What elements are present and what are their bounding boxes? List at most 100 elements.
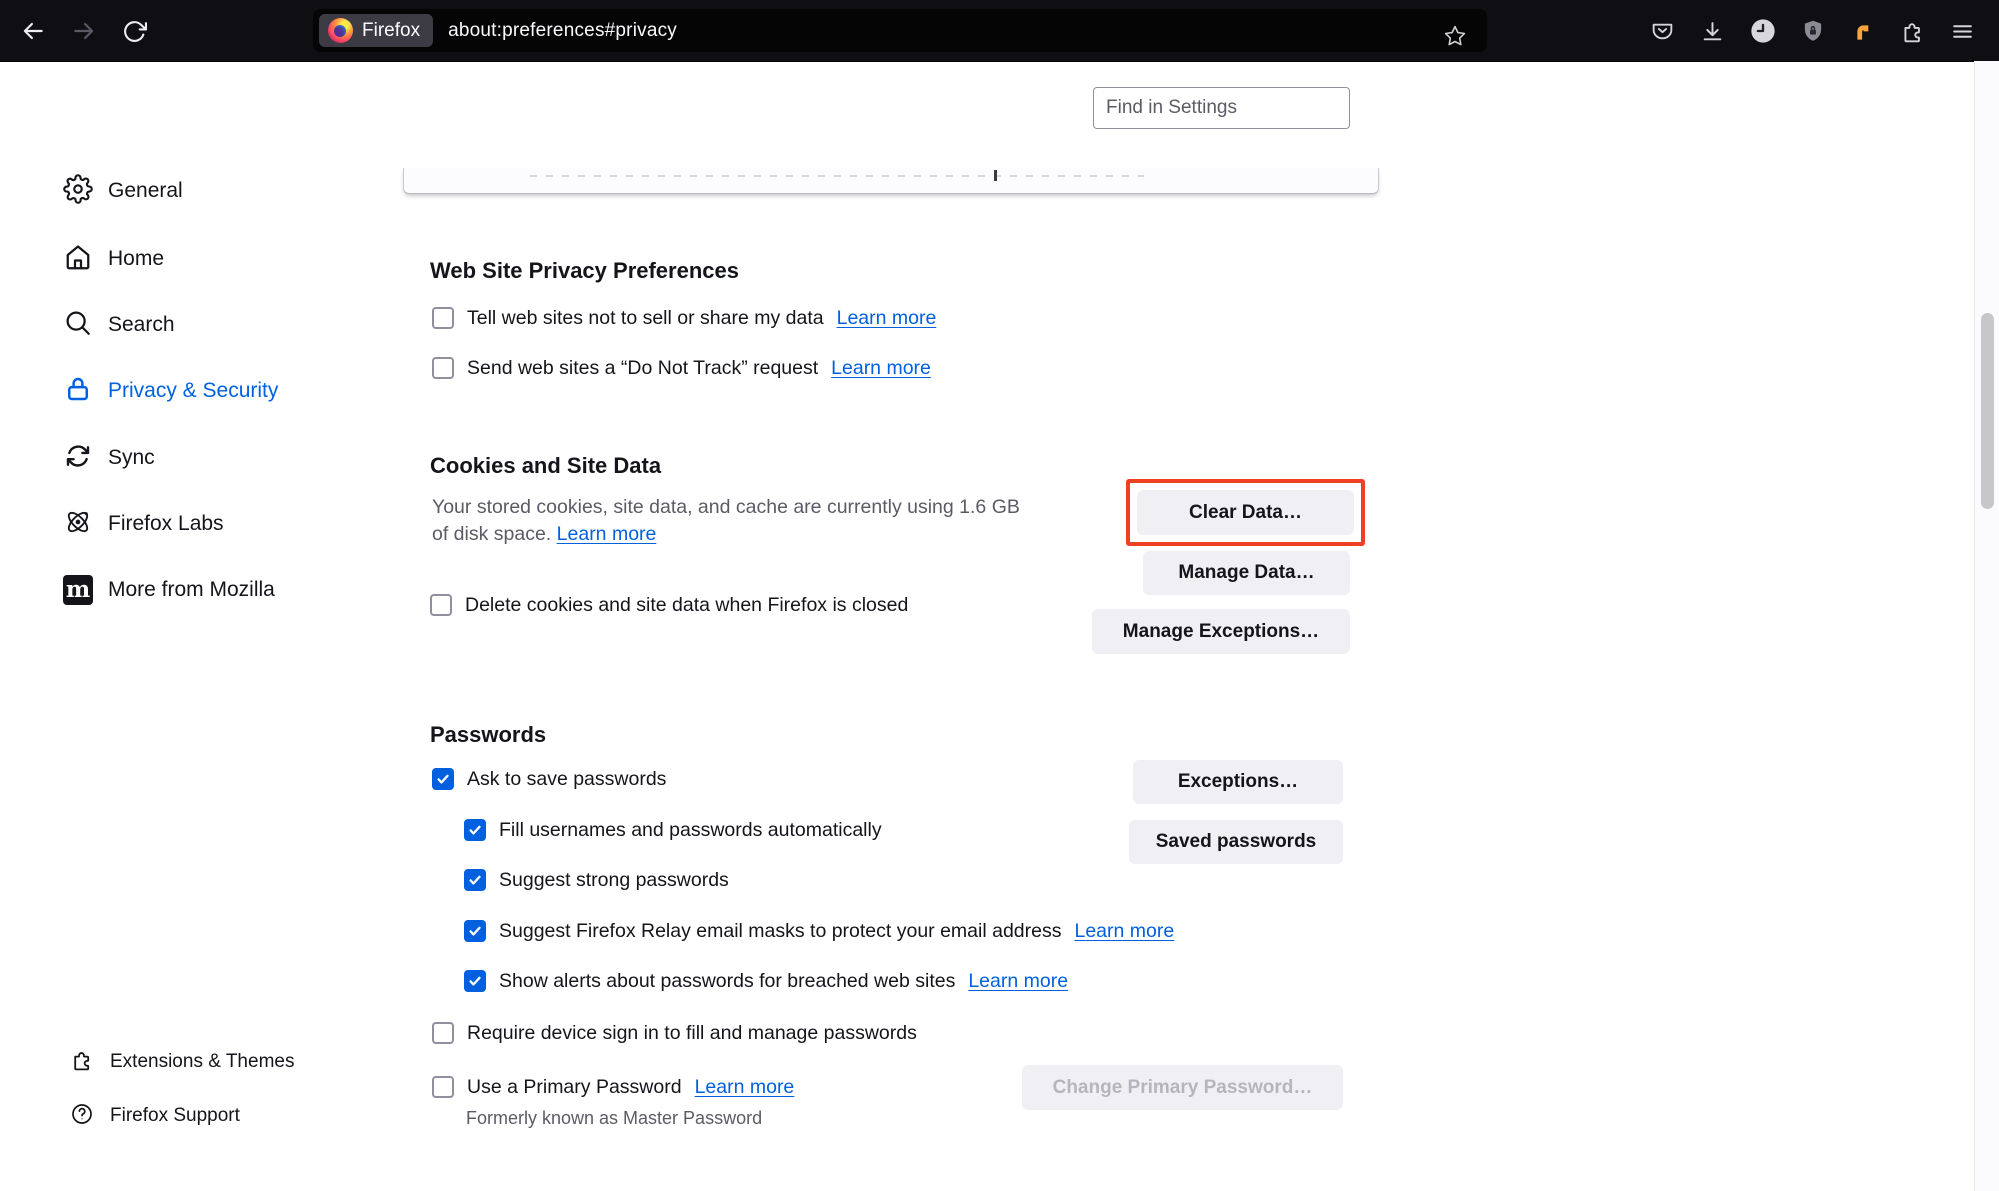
pocket-icon[interactable]	[1648, 17, 1677, 46]
sidebar-item-label: More from Mozilla	[108, 578, 275, 602]
question-icon	[70, 1102, 94, 1131]
sidebar-item-label: Firefox Labs	[108, 512, 224, 536]
browser-toolbar: Firefox about:preferences#privacy	[0, 0, 1999, 62]
shield-lock-icon[interactable]	[1798, 17, 1827, 46]
url-text: about:preferences#privacy	[448, 20, 677, 42]
section-title-cookies: Cookies and Site Data	[430, 453, 661, 479]
home-icon	[63, 242, 93, 277]
row-primary-password: Use a Primary Password Learn more	[432, 1073, 794, 1101]
search-icon	[63, 308, 93, 343]
checkbox-do-not-track[interactable]	[432, 357, 454, 379]
lock-icon	[63, 374, 93, 409]
download-icon[interactable]	[1698, 17, 1727, 46]
scrollbar-track[interactable]	[1974, 61, 1999, 1191]
sidebar-item-label: Sync	[108, 446, 155, 470]
toolbar-right-icons	[1648, 13, 1977, 49]
checkbox-fill-usernames[interactable]	[464, 819, 486, 841]
sidebar-item-label: General	[108, 179, 183, 203]
sidebar-item-privacy-security[interactable]: Privacy & Security	[63, 375, 278, 407]
row-ask-save-passwords: Ask to save passwords	[432, 765, 666, 793]
sidebar-item-firefox-labs[interactable]: Firefox Labs	[63, 508, 224, 540]
checkbox-label: Use a Primary Password	[467, 1076, 682, 1099]
search-input[interactable]	[1093, 87, 1350, 129]
sidebar-item-firefox-support[interactable]: Firefox Support	[70, 1103, 240, 1129]
checkbox-suggest-strong[interactable]	[464, 869, 486, 891]
learn-more-link[interactable]: Learn more	[1074, 920, 1174, 943]
checkbox-breach-alerts[interactable]	[464, 970, 486, 992]
site-identity-chip[interactable]: Firefox	[319, 14, 433, 47]
sidebar-item-home[interactable]: Home	[63, 243, 164, 275]
sidebar-item-label: Firefox Support	[110, 1105, 240, 1127]
learn-more-link[interactable]: Learn more	[831, 357, 931, 380]
row-do-not-sell: Tell web sites not to sell or share my d…	[432, 304, 936, 332]
cookies-description: Your stored cookies, site data, and cach…	[432, 494, 1112, 547]
clock-icon[interactable]	[1748, 17, 1777, 46]
sidebar-item-sync[interactable]: Sync	[63, 442, 155, 474]
scrollbar-thumb[interactable]	[1981, 313, 1994, 509]
sync-icon	[63, 441, 93, 476]
cutoff-text-fragments	[530, 175, 1144, 177]
url-bar[interactable]: Firefox about:preferences#privacy	[313, 9, 1487, 52]
checkbox-require-device-signin[interactable]	[432, 1022, 454, 1044]
checkbox-primary-password[interactable]	[432, 1076, 454, 1098]
sidebar-item-extensions-themes[interactable]: Extensions & Themes	[70, 1049, 294, 1075]
checkbox-do-not-sell[interactable]	[432, 307, 454, 329]
firefox-settings-window: Firefox about:preferences#privacy	[0, 0, 1999, 1191]
learn-more-link[interactable]: Learn more	[695, 1076, 795, 1099]
manage-data-button[interactable]: Manage Data…	[1143, 551, 1350, 595]
cutoff-text-tick	[994, 170, 997, 181]
sidebar-item-search[interactable]: Search	[63, 309, 175, 341]
gear-icon	[63, 174, 93, 209]
firefox-logo-icon	[328, 18, 353, 43]
section-title-web-privacy: Web Site Privacy Preferences	[430, 258, 739, 284]
clear-data-button[interactable]: Clear Data…	[1137, 490, 1354, 535]
sidebar-item-label: Home	[108, 247, 164, 271]
checkbox-firefox-relay[interactable]	[464, 920, 486, 942]
back-icon[interactable]	[15, 13, 51, 49]
sidebar-item-label: Extensions & Themes	[110, 1051, 294, 1073]
learn-more-link[interactable]: Learn more	[557, 523, 657, 545]
sidebar-item-more-from-mozilla[interactable]: m More from Mozilla	[63, 574, 275, 606]
row-suggest-strong-passwords: Suggest strong passwords	[464, 866, 729, 894]
sidebar-item-label: Privacy & Security	[108, 379, 278, 403]
forward-icon[interactable]	[66, 13, 102, 49]
section-title-passwords: Passwords	[430, 722, 546, 748]
row-delete-cookies-on-close: Delete cookies and site data when Firefo…	[430, 591, 908, 619]
bookmark-star-icon[interactable]	[1437, 18, 1473, 54]
checkbox-label: Delete cookies and site data when Firefo…	[465, 594, 908, 617]
mozilla-m-icon: m	[63, 575, 93, 605]
checkbox-label: Fill usernames and passwords automatical…	[499, 819, 882, 842]
row-do-not-track: Send web sites a “Do Not Track” request …	[432, 354, 931, 382]
change-primary-password-button[interactable]: Change Primary Password…	[1022, 1065, 1343, 1110]
atom-icon	[63, 507, 93, 542]
checkbox-label: Show alerts about passwords for breached…	[499, 970, 955, 993]
sidebar-item-general[interactable]: General	[63, 175, 183, 207]
reload-icon[interactable]	[116, 13, 152, 49]
menu-icon[interactable]	[1948, 17, 1977, 46]
cookies-description-line1: Your stored cookies, site data, and cach…	[432, 496, 1020, 518]
manage-exceptions-button[interactable]: Manage Exceptions…	[1092, 609, 1350, 654]
checkbox-label: Send web sites a “Do Not Track” request	[467, 357, 818, 380]
sidebar-item-label: Search	[108, 313, 175, 337]
primary-password-note: Formerly known as Master Password	[466, 1108, 762, 1129]
cutoff-panel	[403, 168, 1379, 194]
row-require-device-signin: Require device sign in to fill and manag…	[432, 1019, 917, 1047]
site-chip-label: Firefox	[362, 20, 420, 42]
row-fill-usernames: Fill usernames and passwords automatical…	[464, 816, 882, 844]
puzzle-icon[interactable]	[1898, 17, 1927, 46]
checkbox-label: Ask to save passwords	[467, 768, 666, 791]
puzzle-icon	[70, 1048, 94, 1077]
checkbox-label: Suggest Firefox Relay email masks to pro…	[499, 920, 1061, 943]
learn-more-link[interactable]: Learn more	[968, 970, 1068, 993]
checkbox-delete-cookies[interactable]	[430, 594, 452, 616]
checkbox-label: Require device sign in to fill and manag…	[467, 1022, 917, 1045]
checkbox-label: Tell web sites not to sell or share my d…	[467, 307, 824, 330]
exceptions-button[interactable]: Exceptions…	[1133, 760, 1343, 804]
row-breach-alerts: Show alerts about passwords for breached…	[464, 967, 1068, 995]
saved-passwords-button[interactable]: Saved passwords	[1129, 820, 1343, 864]
checkbox-ask-save-passwords[interactable]	[432, 768, 454, 790]
checkbox-label: Suggest strong passwords	[499, 869, 729, 892]
extension-orange-icon[interactable]	[1848, 17, 1877, 46]
row-firefox-relay: Suggest Firefox Relay email masks to pro…	[464, 917, 1174, 945]
learn-more-link[interactable]: Learn more	[837, 307, 937, 330]
